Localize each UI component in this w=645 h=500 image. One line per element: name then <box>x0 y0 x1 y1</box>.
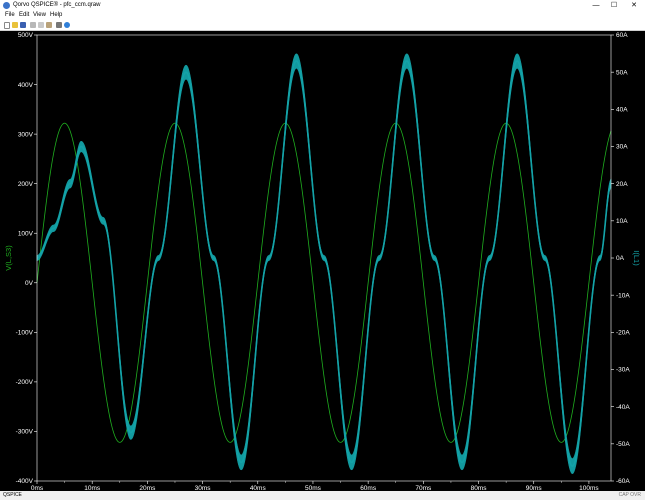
menu-file[interactable]: File <box>5 12 15 19</box>
y-left-tick-label: -100V <box>16 330 34 337</box>
print-icon[interactable] <box>56 22 62 28</box>
y-left-tick-label: -200V <box>16 379 34 386</box>
y-left-tick-label: -400V <box>16 478 34 485</box>
y-left-axis-label: V(L,S3) <box>4 245 13 271</box>
y-right-tick-label: 30A <box>616 144 628 151</box>
status-bar: QSPICE CAP OVR <box>0 491 645 500</box>
help-icon[interactable] <box>64 22 70 28</box>
menu-view[interactable]: View <box>33 12 46 19</box>
y-right-tick-label: -10A <box>616 292 630 299</box>
y-right-tick-label: 50A <box>616 69 628 76</box>
waveform-chart: 0ms 10ms 20ms 30ms 40ms 50ms 60ms 70ms 80ms 90ms 1… <box>4 32 641 492</box>
window-title: Qorvo QSPICE® - pfc_ccm.qraw <box>13 2 101 8</box>
open-icon[interactable] <box>12 22 18 28</box>
maximize-button[interactable]: ☐ <box>607 0 621 11</box>
title-bar: Qorvo QSPICE® - pfc_ccm.qraw — ☐ ✕ <box>0 0 645 11</box>
y-left-tick-label: -300V <box>16 429 34 436</box>
menu-help[interactable]: Help <box>50 12 62 19</box>
y-left-tick-label: 400V <box>18 82 34 89</box>
copy-icon[interactable] <box>38 22 44 28</box>
y-right-tick-label: 20A <box>616 181 628 188</box>
y-left-tick-label: 300V <box>18 131 34 138</box>
y-right-tick-label: -50A <box>616 441 630 448</box>
paste-icon[interactable] <box>46 22 52 28</box>
series-i-l1-band <box>36 53 612 474</box>
y-right-tick-label: 10A <box>616 218 628 225</box>
cut-icon[interactable] <box>30 22 36 28</box>
toolbar <box>0 20 645 31</box>
y-right-tick-label: 60A <box>616 32 628 39</box>
waveform-viewer[interactable]: 0ms 10ms 20ms 30ms 40ms 50ms 60ms 70ms 80ms 90ms 1… <box>0 31 645 492</box>
y-right-tick-label: -30A <box>616 367 630 374</box>
y-left-tick-label: 100V <box>18 230 34 237</box>
y-right-tick-label: 40A <box>616 107 628 114</box>
y-left-tick-label: 0V <box>25 280 34 287</box>
status-indicators: CAP OVR <box>618 492 641 498</box>
menu-edit[interactable]: Edit <box>19 12 29 19</box>
y-left-tick-label: 200V <box>18 181 34 188</box>
y-right-tick-label: 0A <box>616 255 625 262</box>
new-icon[interactable] <box>4 22 10 29</box>
save-icon[interactable] <box>20 22 26 28</box>
y-right-tick-label: -40A <box>616 404 630 411</box>
menu-bar: File Edit View Help <box>0 11 645 20</box>
series-i-l1 <box>36 60 612 467</box>
y-right-tick-label: -60A <box>616 478 630 485</box>
y-right-tick-label: -20A <box>616 330 630 337</box>
y-right-axis-label: I(L1) <box>632 250 641 266</box>
app-logo-icon <box>3 2 10 9</box>
minimize-button[interactable]: — <box>589 0 603 11</box>
y-left-tick-label: 500V <box>18 32 34 39</box>
status-text: QSPICE <box>3 492 22 498</box>
close-button[interactable]: ✕ <box>627 0 641 11</box>
